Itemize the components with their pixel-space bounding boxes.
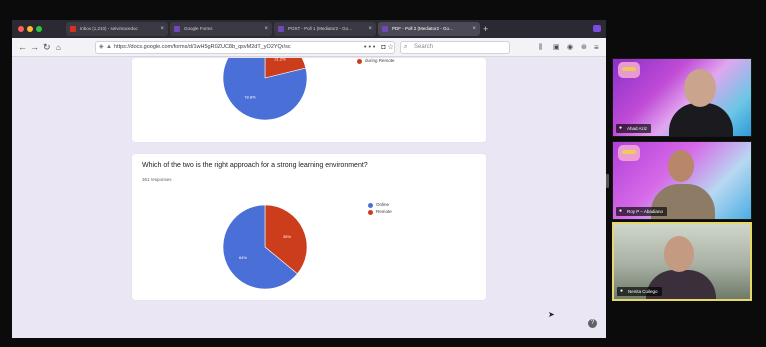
tab-close-icon[interactable]: × <box>264 22 268 36</box>
participant-name-tag: ● Roy P – Abadiano <box>616 207 667 216</box>
legend-label: Remote <box>376 209 392 214</box>
legend-1: during Remote <box>357 58 395 65</box>
gmail-favicon-icon <box>70 26 76 32</box>
participant-face <box>664 236 694 272</box>
search-input[interactable]: ⌕ Search <box>400 41 510 54</box>
navigation-bar: ← → ↻ ⌂ ◈ ▲ https://docs.google.com/form… <box>12 38 606 57</box>
tab-close-icon[interactable]: × <box>160 22 164 36</box>
pie-chart-2: 36% 64% <box>221 203 309 291</box>
minimize-window-icon[interactable] <box>27 26 33 32</box>
participant-name: Ahad Aziz <box>627 126 648 131</box>
participant-tile-1[interactable]: ● Ahad Aziz <box>612 58 752 137</box>
lock-icon[interactable]: ▲ <box>106 42 112 53</box>
pie-chart-svg: 36% 64% <box>222 204 308 290</box>
legend-label: during Remote <box>365 58 395 63</box>
legend-swatch <box>357 58 362 64</box>
home-icon[interactable]: ⌂ <box>56 41 61 54</box>
tab-inbox[interactable]: Inbox (1,210) - selvimacedoc × <box>66 22 168 36</box>
legend-label: Online <box>376 202 390 207</box>
response-count: 361 responses <box>142 177 172 182</box>
participant-face <box>684 69 716 107</box>
shield-icon[interactable]: ◈ <box>99 42 104 53</box>
forms-favicon-icon <box>174 26 180 32</box>
tab-google-forms[interactable]: Google Forms × <box>170 22 272 36</box>
tab-label: Google Forms <box>184 26 213 31</box>
bookmark-star-icon[interactable]: ☆ <box>388 44 396 51</box>
tab-label: Inbox (1,210) - selvimacedoc <box>80 26 138 31</box>
tab-close-icon[interactable]: × <box>472 22 476 36</box>
legend-swatch <box>368 209 373 215</box>
library-icon[interactable]: ⫼ <box>539 41 542 54</box>
menu-icon[interactable]: ≡ <box>594 41 599 54</box>
microphone-icon: ● <box>619 208 623 214</box>
extension-icon[interactable] <box>593 25 601 32</box>
help-button[interactable]: ? <box>588 319 597 328</box>
sync-icon[interactable]: ◉ <box>567 41 573 54</box>
legend-2: Online Remote <box>368 202 392 216</box>
new-tab-button[interactable]: + <box>483 22 488 36</box>
pie-chart-1: 21.2% 78.8% <box>221 58 309 124</box>
participant-face <box>668 150 694 182</box>
participant-name-tag: ● Nenita Cuilego <box>617 287 662 296</box>
tab-close-icon[interactable]: × <box>368 22 372 36</box>
search-placeholder: Search <box>414 44 434 50</box>
legend-item-remote: Remote <box>368 209 392 216</box>
participant-video <box>669 103 733 136</box>
tab-label: PDF - Poll 2 (Mediator2 - Go... <box>392 26 453 31</box>
split-view-handle[interactable] <box>606 174 609 188</box>
maximize-window-icon[interactable] <box>36 26 42 32</box>
pie-value-label: 64% <box>239 255 247 260</box>
question-title: Which of the two is the right approach f… <box>142 162 368 169</box>
forward-icon[interactable]: → <box>30 41 39 54</box>
close-window-icon[interactable] <box>18 26 24 32</box>
page-actions[interactable]: ••• ◘☆ <box>364 41 396 54</box>
legend-item-online: Online <box>368 202 392 209</box>
participant-tile-3-active-speaker[interactable]: ● Nenita Cuilego <box>612 222 752 301</box>
account-icon[interactable]: ⊛ <box>581 41 587 54</box>
legend-swatch <box>368 202 373 208</box>
forms-favicon-icon <box>278 26 284 32</box>
pie-value-label: 78.8% <box>244 95 256 100</box>
shared-screen: Inbox (1,210) - selvimacedoc × Google Fo… <box>12 20 606 338</box>
participant-tile-2[interactable]: ● Roy P – Abadiano <box>612 141 752 220</box>
question-card-2: Which of the two is the right approach f… <box>132 154 486 300</box>
mouse-cursor-icon: ➤ <box>548 310 555 319</box>
meeting-window: Inbox (1,210) - selvimacedoc × Google Fo… <box>0 0 766 347</box>
search-icon: ⌕ <box>404 44 408 50</box>
tab-bar: Inbox (1,210) - selvimacedoc × Google Fo… <box>12 20 606 38</box>
pie-chart-svg: 21.2% 78.8% <box>222 58 308 121</box>
participant-name: Nenita Cuilego <box>628 289 658 294</box>
logo-badge-icon <box>618 145 640 161</box>
participant-name-tag: ● Ahad Aziz <box>616 124 652 133</box>
sidebar-icon[interactable]: ▣ <box>553 41 560 54</box>
microphone-icon: ● <box>619 125 623 131</box>
url-bar[interactable]: ◈ ▲ https://docs.google.com/forms/d/1wH5… <box>95 41 395 54</box>
pie-value-label: 21.2% <box>274 58 286 61</box>
back-icon[interactable]: ← <box>18 41 27 54</box>
legend-item: during Remote <box>357 58 395 65</box>
url-text: https://docs.google.com/forms/d/1wH5gR0Z… <box>114 44 291 50</box>
google-forms-page[interactable]: 21.2% 78.8% during Remote Which of the tw… <box>12 58 606 338</box>
question-card-1: 21.2% 78.8% during Remote <box>132 58 486 142</box>
tab-label: POST - Poll 1 (Mediator2 - Go... <box>288 26 352 31</box>
pie-value-label: 36% <box>283 234 291 239</box>
reload-icon[interactable]: ↻ <box>43 41 51 54</box>
forms-favicon-icon <box>382 26 388 32</box>
logo-badge-icon <box>618 62 640 78</box>
tab-pdf-poll[interactable]: PDF - Poll 2 (Mediator2 - Go... × <box>378 22 480 36</box>
more-actions-icon[interactable]: ••• <box>364 44 377 51</box>
tab-post-poll[interactable]: POST - Poll 1 (Mediator2 - Go... × <box>274 22 376 36</box>
participant-name: Roy P – Abadiano <box>627 209 663 214</box>
participant-video <box>646 270 716 299</box>
microphone-icon: ● <box>620 288 624 294</box>
